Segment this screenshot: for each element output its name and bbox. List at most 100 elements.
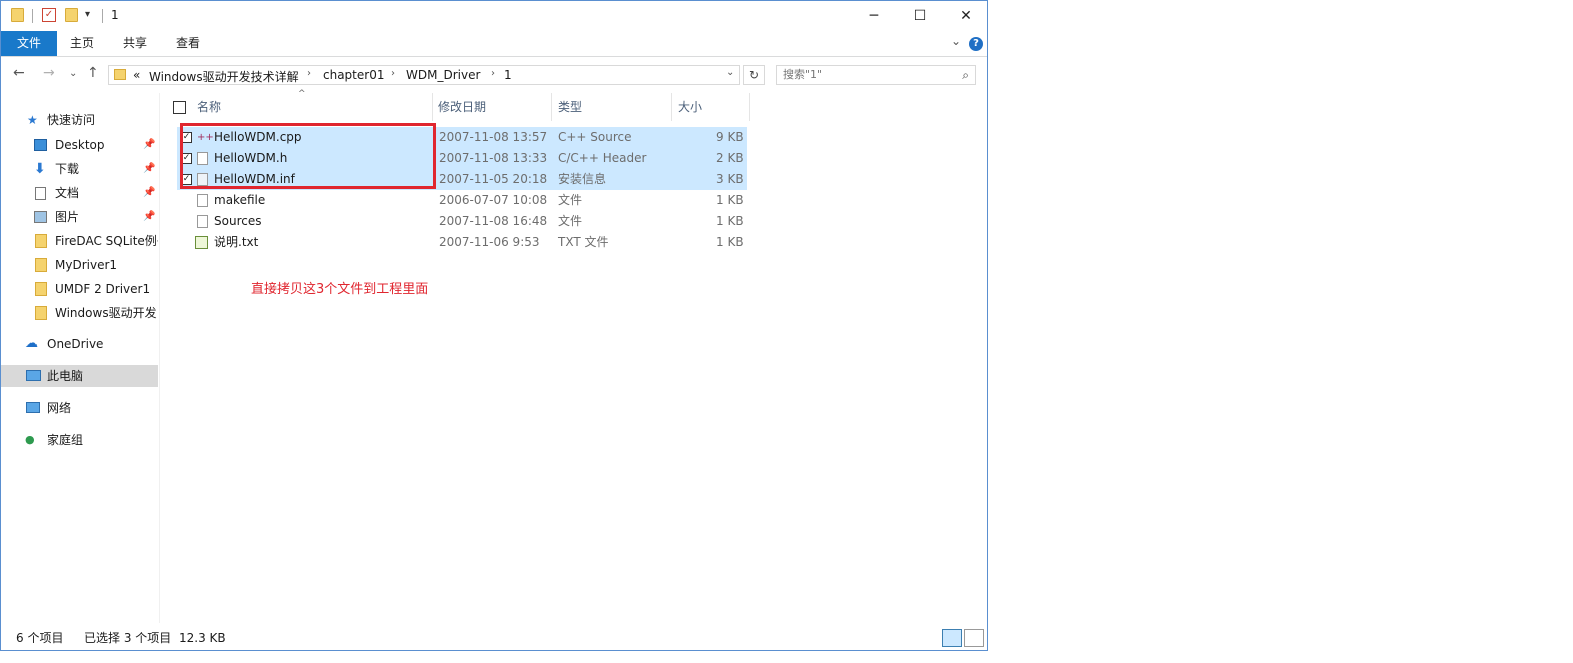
pin-icon[interactable]: 📌	[143, 182, 155, 204]
sidebar-item-downloads[interactable]: ⬇ 下载 📌	[1, 158, 158, 180]
sidebar-item-pictures[interactable]: 图片 📌	[1, 206, 158, 228]
window-title: 1	[111, 8, 119, 22]
folder-icon	[114, 69, 126, 80]
folder-icon	[35, 306, 47, 320]
address-bar[interactable]: « Windows驱动开发技术详解 › chapter01 › WDM_Driv…	[108, 65, 740, 85]
navigation-bar: ← → ⌄ ↑ « Windows驱动开发技术详解 › chapter01 › …	[1, 57, 987, 93]
file-icon	[197, 194, 208, 207]
annotation-text: 直接拷贝这3个文件到工程里面	[251, 282, 429, 297]
column-header-date[interactable]: 修改日期	[438, 93, 486, 121]
file-type: C/C++ Header	[558, 151, 647, 165]
expand-ribbon-icon[interactable]: ⌄	[951, 34, 961, 48]
customize-toolbar-icon[interactable]: ▾	[85, 9, 90, 25]
tab-file[interactable]: 文件	[1, 31, 57, 56]
sidebar-item-homegroup[interactable]: ● 家庭组	[1, 429, 158, 451]
item-count: 6 个项目	[16, 631, 64, 645]
new-folder-icon[interactable]	[65, 8, 78, 22]
pictures-icon	[34, 211, 47, 223]
pin-icon[interactable]: 📌	[143, 206, 155, 228]
sidebar-item-this-pc[interactable]: 此电脑	[1, 365, 158, 387]
help-icon[interactable]: ?	[969, 37, 983, 51]
sidebar-item-desktop[interactable]: Desktop 📌	[1, 134, 158, 156]
tab-share[interactable]: 共享	[110, 31, 160, 56]
table-row[interactable]: 说明.txt 2007-11-06 9:53 TXT 文件 1 KB	[177, 232, 747, 253]
breadcrumb-item[interactable]: chapter01	[323, 68, 384, 82]
breadcrumb-item[interactable]: 1	[504, 68, 512, 82]
file-type: C++ Source	[558, 130, 632, 144]
sidebar-item-folder[interactable]: Windows驱动开发	[1, 302, 158, 324]
navigation-pane: ★ 快速访问 Desktop 📌 ⬇ 下载 📌 文档 📌 图片 📌 FireDA…	[1, 93, 159, 623]
ribbon: 文件 主页 共享 查看 ⌄ ?	[1, 31, 987, 57]
file-name[interactable]: 说明.txt	[214, 232, 258, 253]
large-icons-view-button[interactable]	[964, 629, 984, 647]
network-icon	[26, 402, 40, 413]
search-icon[interactable]: ⌕	[962, 68, 969, 83]
file-date: 2007-11-06 9:53	[439, 235, 540, 249]
close-button[interactable]: ✕	[943, 1, 987, 31]
tab-view[interactable]: 查看	[163, 31, 213, 56]
sort-ascending-icon: ^	[298, 89, 306, 99]
sidebar-item-folder[interactable]: UMDF 2 Driver1	[1, 278, 158, 300]
folder-icon	[11, 8, 24, 22]
sidebar-item-network[interactable]: 网络	[1, 397, 158, 419]
maximize-button[interactable]: ☐	[897, 1, 943, 31]
breadcrumb-chevron-icon[interactable]: ›	[307, 68, 311, 79]
file-size: 1 KB	[716, 193, 744, 207]
file-date: 2007-11-08 13:33	[439, 151, 548, 165]
file-date: 2007-11-08 16:48	[439, 214, 548, 228]
address-dropdown-icon[interactable]: ⌄	[726, 67, 734, 78]
properties-icon[interactable]: ✓	[42, 8, 56, 22]
breadcrumb-item[interactable]: Windows驱动开发技术详解	[149, 68, 299, 85]
search-input[interactable]	[783, 68, 948, 81]
navigation-pane-divider[interactable]	[159, 93, 160, 623]
sidebar-item-folder[interactable]: FireDAC SQLite例子	[1, 230, 158, 252]
breadcrumb-chevron-icon[interactable]: ›	[491, 68, 495, 79]
breadcrumb-chevron-icon[interactable]: ›	[391, 68, 395, 79]
breadcrumb-overflow[interactable]: «	[133, 68, 140, 82]
tab-home[interactable]: 主页	[57, 31, 107, 56]
text-file-icon	[195, 236, 208, 249]
selected-count: 已选择 3 个项目	[84, 631, 172, 645]
up-button[interactable]: ↑	[87, 65, 99, 81]
file-date: 2006-07-07 10:08	[439, 193, 548, 207]
file-type: TXT 文件	[558, 235, 609, 249]
title-bar: ✓ ▾ 1 ─ ☐ ✕	[1, 1, 987, 31]
pin-icon[interactable]: 📌	[143, 134, 155, 156]
search-box[interactable]: ⌕	[776, 65, 976, 85]
details-view-button[interactable]	[942, 629, 962, 647]
table-row[interactable]: Sources 2007-11-08 16:48 文件 1 KB	[177, 211, 747, 232]
homegroup-icon: ●	[25, 433, 35, 446]
file-type: 安装信息	[558, 172, 607, 186]
refresh-button[interactable]: ↻	[743, 65, 765, 85]
file-size: 2 KB	[716, 151, 744, 165]
recent-locations-icon[interactable]: ⌄	[69, 68, 77, 79]
select-all-checkbox[interactable]	[173, 101, 186, 114]
download-icon: ⬇	[34, 161, 46, 177]
sidebar-item-documents[interactable]: 文档 📌	[1, 182, 158, 204]
explorer-window: ✓ ▾ 1 ─ ☐ ✕ 文件 主页 共享 查看 ⌄ ? ← → ⌄ ↑ « Wi…	[0, 0, 988, 651]
selected-size: 12.3 KB	[179, 631, 226, 645]
table-row[interactable]: makefile 2006-07-07 10:08 文件 1 KB	[177, 190, 747, 211]
column-header-name[interactable]: 名称	[197, 93, 221, 121]
status-bar: 6 个项目 已选择 3 个项目 12.3 KB	[1, 626, 987, 650]
sidebar-item-quick-access[interactable]: ★ 快速访问	[1, 109, 158, 131]
file-type: 文件	[558, 193, 583, 207]
file-icon	[197, 215, 208, 228]
column-header-size[interactable]: 大小	[678, 93, 702, 121]
pin-icon[interactable]: 📌	[143, 158, 155, 180]
forward-button[interactable]: →	[43, 65, 55, 81]
breadcrumb-item[interactable]: WDM_Driver	[406, 68, 480, 82]
star-icon: ★	[27, 113, 38, 127]
folder-icon	[35, 258, 47, 272]
folder-icon	[35, 282, 47, 296]
sidebar-item-onedrive[interactable]: ☁ OneDrive	[1, 333, 158, 355]
back-button[interactable]: ←	[13, 65, 25, 81]
minimize-button[interactable]: ─	[851, 1, 897, 31]
column-header-type[interactable]: 类型	[558, 93, 582, 121]
folder-icon	[35, 234, 47, 248]
file-name[interactable]: makefile	[214, 190, 265, 211]
file-name[interactable]: Sources	[214, 211, 261, 232]
cloud-icon: ☁	[25, 336, 38, 351]
file-size: 3 KB	[716, 172, 744, 186]
sidebar-item-folder[interactable]: MyDriver1	[1, 254, 158, 276]
